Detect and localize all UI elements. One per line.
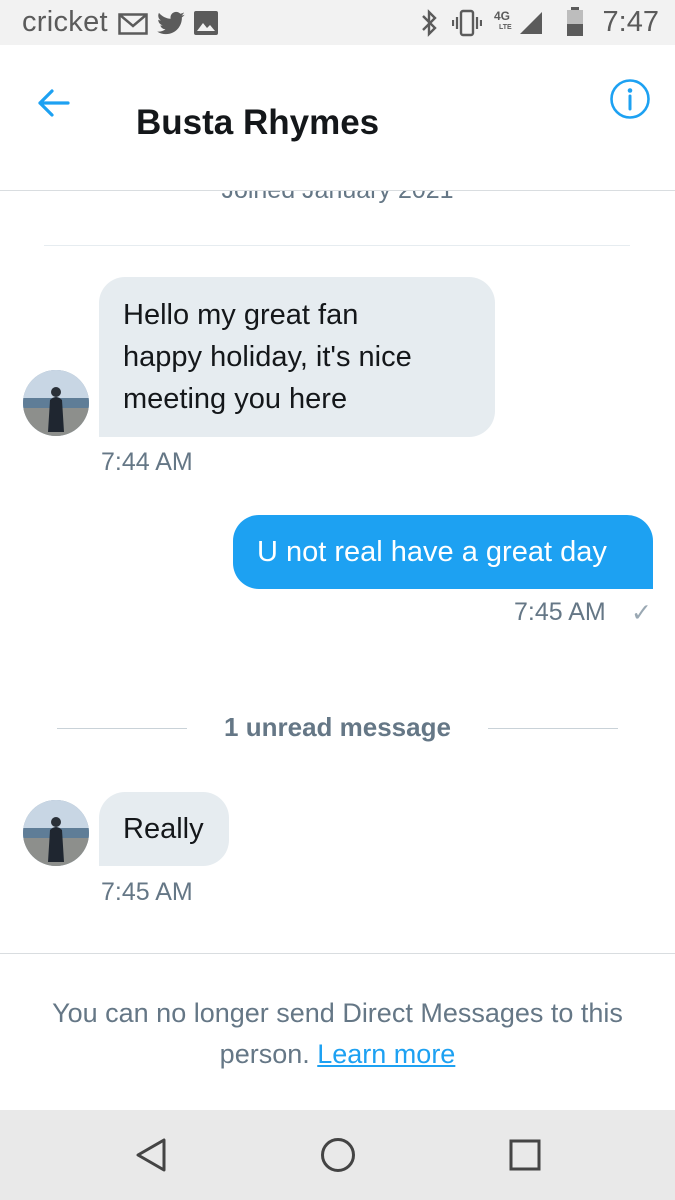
message-line: Really xyxy=(123,813,204,845)
message-line: meeting you here xyxy=(123,383,348,415)
message-bubble-outgoing[interactable]: U not real have a great day xyxy=(233,515,653,589)
info-icon[interactable] xyxy=(609,78,651,120)
image-icon xyxy=(194,11,218,35)
carrier-name: cricket xyxy=(22,6,108,38)
divider xyxy=(488,728,618,729)
joined-date: Joined January 2021 xyxy=(0,191,675,205)
divider xyxy=(0,953,675,954)
4g-lte-icon: 4G LTE xyxy=(494,9,512,30)
dm-restriction-notice: You can no longer send Direct Messages t… xyxy=(30,993,645,1075)
back-triangle-icon[interactable] xyxy=(132,1135,172,1175)
twitter-icon xyxy=(157,11,185,35)
joined-info-clip: Joined January 2021 xyxy=(0,191,675,231)
arrow-left-icon[interactable] xyxy=(34,83,74,123)
learn-more-link[interactable]: Learn more xyxy=(317,1039,455,1069)
sent-check-icon: ✓ xyxy=(631,599,652,627)
message-line: happy holiday, it's nice xyxy=(123,341,412,373)
message-bubble-incoming[interactable]: Hello my great fan happy holiday, it's n… xyxy=(99,277,495,437)
avatar-photo xyxy=(23,800,89,866)
status-clock: 7:47 xyxy=(602,6,659,38)
vibrate-icon xyxy=(452,9,482,37)
system-nav-bar xyxy=(0,1110,675,1200)
unread-divider: 1 unread message xyxy=(0,712,675,746)
home-circle-icon[interactable] xyxy=(318,1135,358,1175)
conversation-header: Busta Rhymes xyxy=(0,45,675,191)
avatar-photo xyxy=(23,370,89,436)
message-timestamp: 7:45 AM xyxy=(514,598,606,626)
status-bar: cricket 4G LTE 7:47 xyxy=(0,0,675,45)
message-timestamp: 7:44 AM xyxy=(101,448,193,476)
gmail-icon xyxy=(118,13,148,35)
message-bubble-incoming[interactable]: Really xyxy=(99,792,229,866)
message-line: U not real have a great day xyxy=(257,536,607,568)
avatar[interactable] xyxy=(23,370,89,436)
svg-text:4G: 4G xyxy=(494,9,510,23)
avatar[interactable] xyxy=(23,800,89,866)
battery-icon xyxy=(567,7,583,36)
bluetooth-icon xyxy=(422,9,437,37)
recents-square-icon[interactable] xyxy=(505,1135,545,1175)
conversation-title: Busta Rhymes xyxy=(136,103,380,142)
message-line: Hello my great fan xyxy=(123,299,359,331)
svg-text:LTE: LTE xyxy=(499,24,512,30)
message-timestamp: 7:45 AM xyxy=(101,878,193,906)
divider xyxy=(44,245,630,246)
signal-icon xyxy=(520,12,542,34)
